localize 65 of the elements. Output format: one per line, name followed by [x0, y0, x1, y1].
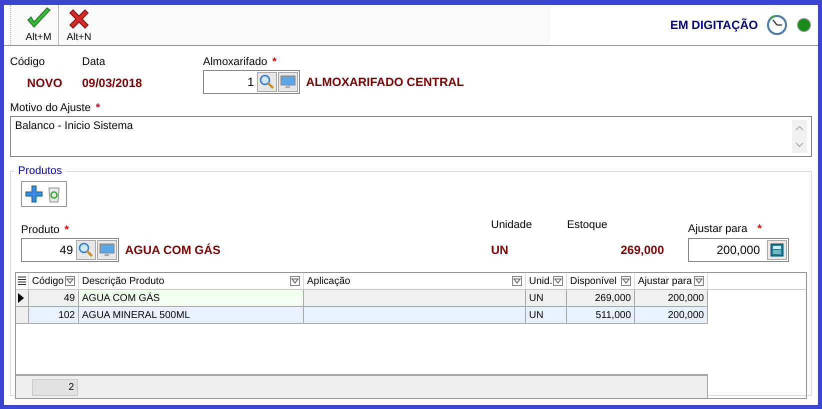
adjust-field[interactable]: 200,000 [688, 238, 789, 262]
field-label: Código [10, 56, 46, 68]
recycle-bin-icon[interactable] [47, 185, 61, 203]
monitor-icon [99, 242, 115, 258]
filter-icon[interactable] [290, 276, 300, 286]
calculator-icon [770, 243, 784, 257]
table-cell: 200,000 [635, 290, 708, 307]
toolbar-button[interactable]: Alt+N [59, 5, 99, 45]
row-count: 2 [32, 378, 78, 396]
table-cell: UN [526, 307, 567, 324]
filter-icon[interactable] [621, 276, 631, 286]
table-row[interactable]: 49 AGUA COM GÁS UN 269,000 200,000 [16, 290, 806, 307]
calculator-button[interactable] [767, 240, 787, 260]
filter-icon[interactable] [553, 276, 563, 286]
status-label: EM DIGITAÇÃO [670, 18, 758, 32]
column-header[interactable]: Unid. [526, 273, 567, 289]
search-icon [78, 242, 94, 258]
plus-icon[interactable] [25, 185, 43, 203]
warehouse-field[interactable]: 1 [203, 70, 300, 94]
field-label: Ajustar para * [688, 223, 763, 235]
clock-icon [766, 14, 788, 36]
search-button[interactable] [257, 72, 277, 92]
unit-value: UN [491, 243, 510, 257]
status-dot-icon [796, 17, 812, 33]
reason-field[interactable]: Balanco - Inicio Sistema [10, 116, 812, 157]
date-value: 09/03/2018 [82, 76, 144, 90]
search-icon [259, 74, 275, 90]
warehouse-name: ALMOXARIFADO CENTRAL [306, 75, 464, 89]
column-header[interactable]: Aplicação [304, 273, 526, 289]
table-cell: AGUA MINERAL 500ML [79, 307, 304, 324]
toolbar-button[interactable]: Alt+M [19, 5, 59, 45]
table-cell: 49 [29, 290, 79, 307]
field-label: Estoque [567, 219, 608, 231]
field-label: Data [82, 56, 106, 68]
column-header[interactable]: Ajustar para [635, 273, 708, 289]
field-label: Motivo do Ajuste * [10, 102, 100, 114]
close-icon [67, 7, 91, 31]
table-cell: 102 [29, 307, 79, 324]
row-pointer-icon [18, 293, 24, 303]
table-cell: 269,000 [567, 290, 635, 307]
table-cell: 511,000 [567, 307, 635, 324]
field-label: Produto * [21, 224, 70, 236]
column-header[interactable]: Descrição Produto [79, 273, 304, 289]
column-menu-icon[interactable] [18, 276, 26, 286]
stock-value: 269,000 [620, 243, 665, 257]
column-header[interactable]: Disponível [567, 273, 635, 289]
code-value: NOVO [26, 76, 64, 90]
monitor-icon [280, 74, 296, 90]
row-indicator[interactable] [16, 290, 29, 307]
table-cell: 200,000 [635, 307, 708, 324]
product-field[interactable]: 49 [21, 238, 119, 262]
filter-icon[interactable] [694, 276, 704, 286]
filter-icon[interactable] [512, 276, 522, 286]
search-button[interactable] [76, 240, 96, 260]
panel-title: Produtos [17, 165, 64, 177]
filter-icon[interactable] [65, 276, 75, 286]
field-label: Unidade [491, 219, 533, 231]
monitor-button[interactable] [278, 72, 298, 92]
table-row[interactable]: 102 AGUA MINERAL 500ML UN 511,000 200,000 [16, 307, 806, 324]
table-cell: AGUA COM GÁS [79, 290, 304, 307]
column-header[interactable]: Código [29, 273, 79, 289]
table-cell: UN [526, 290, 567, 307]
field-label: Almoxarifado * [203, 56, 278, 68]
monitor-button[interactable] [97, 240, 117, 260]
product-name: AGUA COM GÁS [125, 243, 221, 257]
